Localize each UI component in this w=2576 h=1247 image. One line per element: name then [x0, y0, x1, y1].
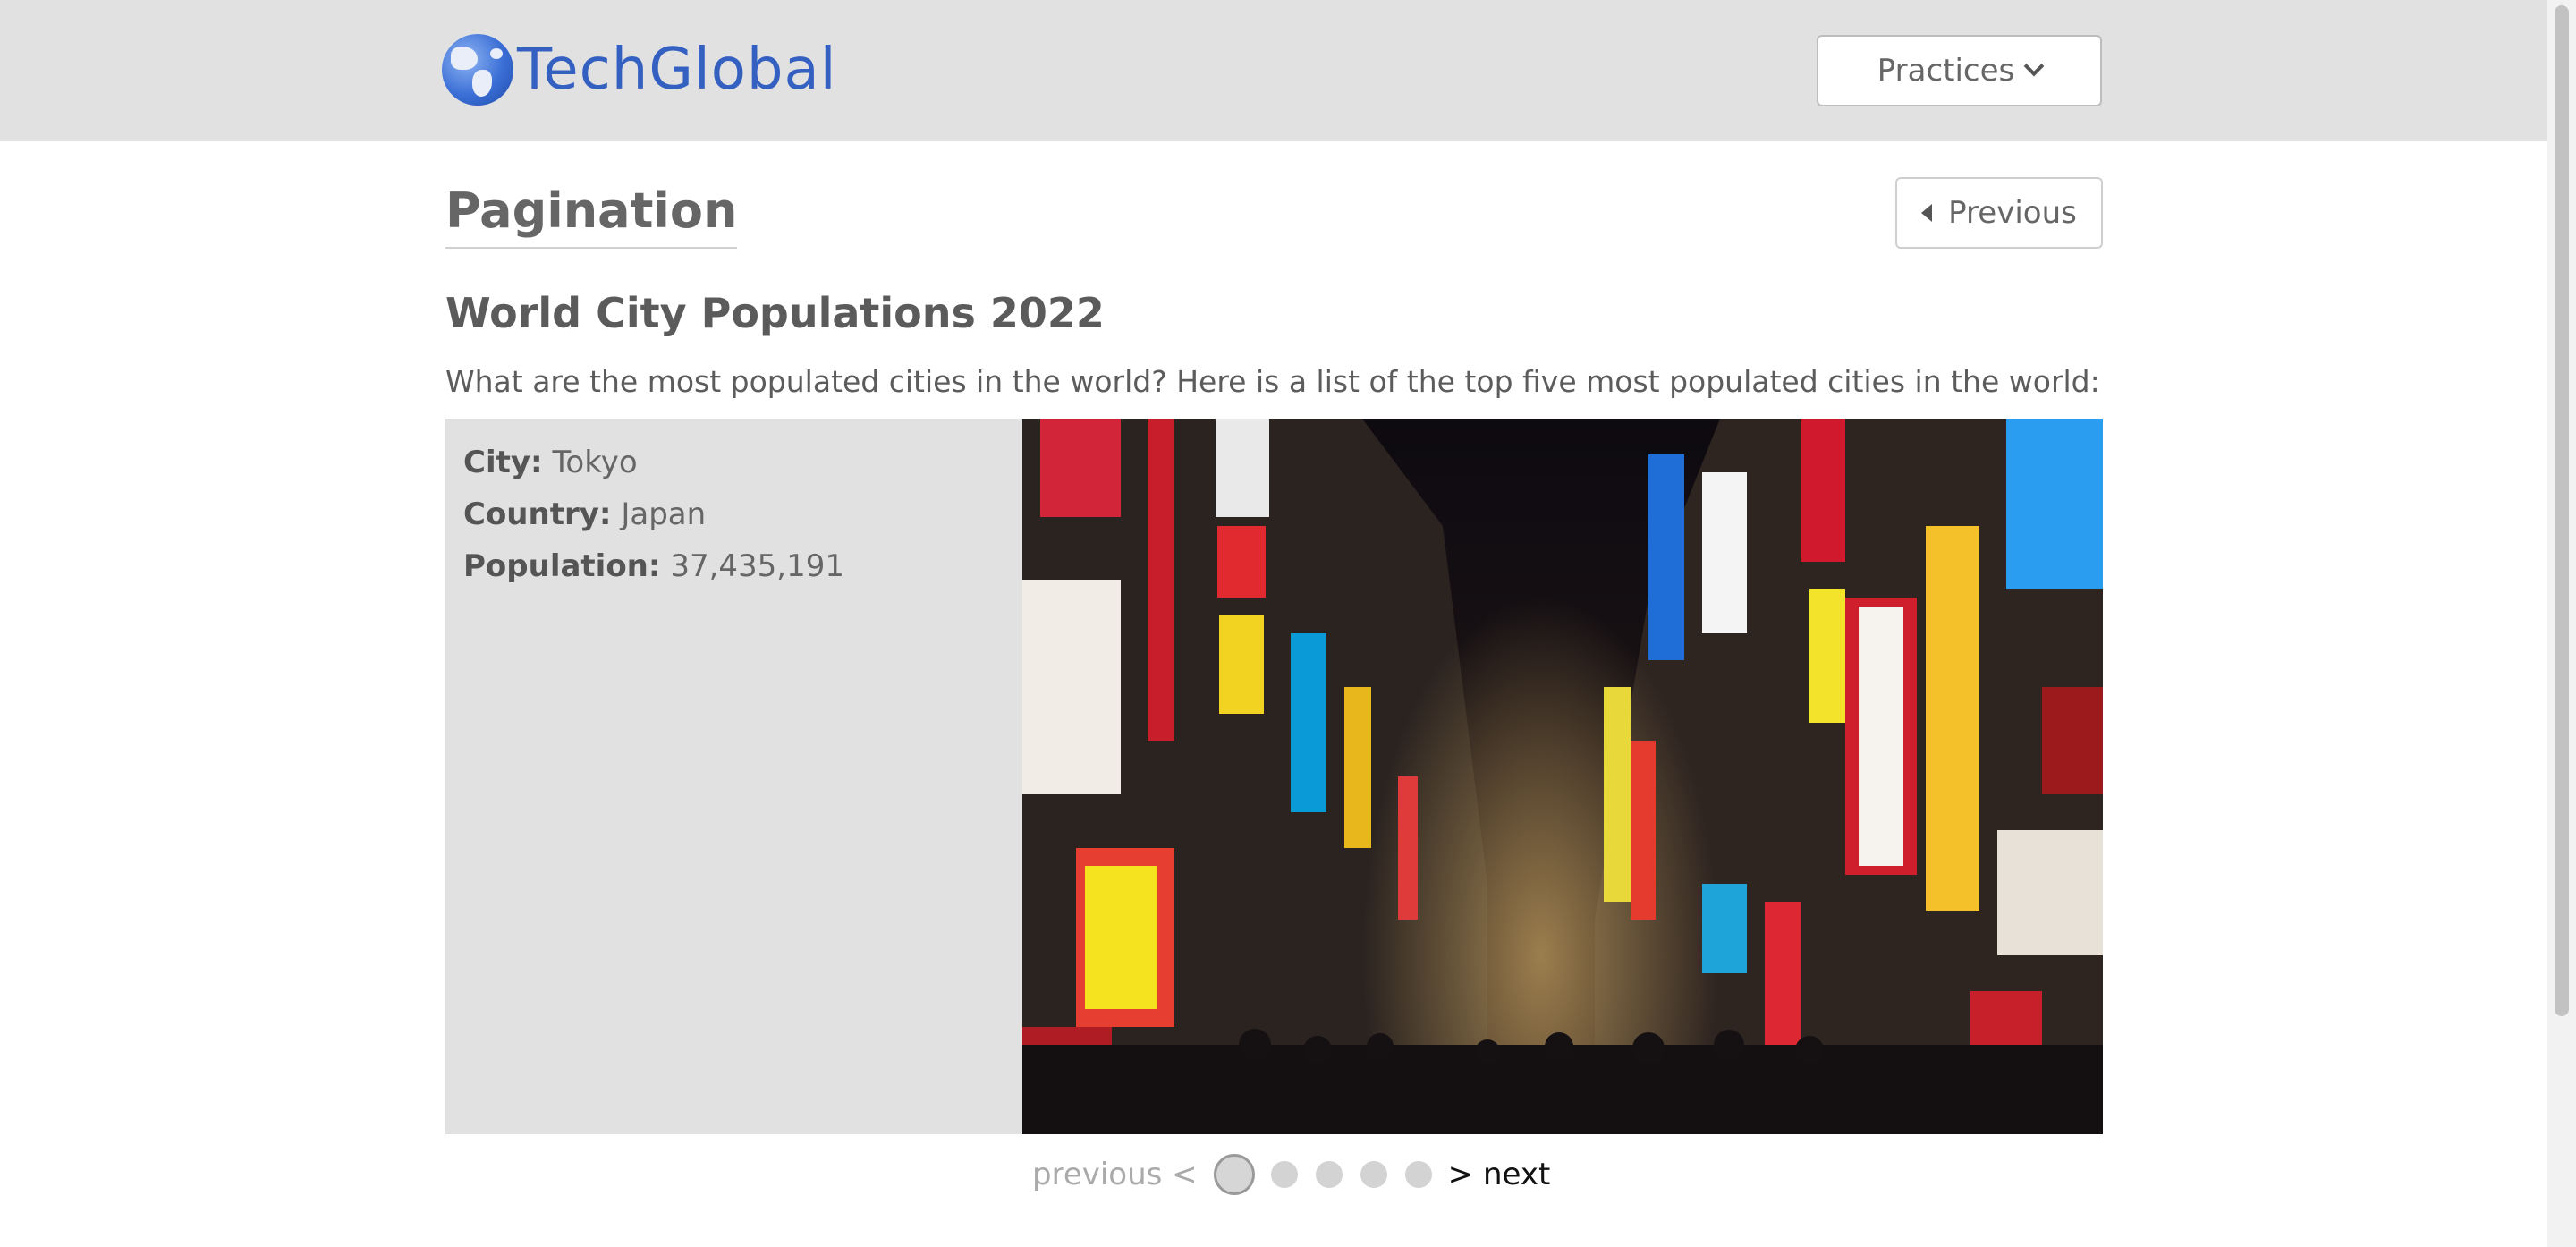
globe-icon	[442, 34, 513, 106]
page-dot-5[interactable]	[1404, 1161, 1432, 1188]
practices-dropdown-button[interactable]: Practices	[1817, 35, 2102, 106]
vertical-scrollbar[interactable]	[2547, 0, 2576, 1247]
city-label: City:	[463, 445, 543, 480]
top-navbar: TechGlobal Practices	[0, 0, 2547, 141]
previous-page-button[interactable]: Previous	[1895, 177, 2103, 249]
section-subtitle: World City Populations 2022	[445, 289, 1105, 337]
logo-text: TechGlobal	[517, 37, 837, 103]
page-dot-2[interactable]	[1270, 1161, 1298, 1188]
city-row: City: Tokyo	[463, 437, 1004, 488]
chevron-down-icon	[2023, 55, 2045, 77]
pager-previous-link[interactable]: previous <	[1032, 1157, 1198, 1192]
practices-label: Practices	[1877, 53, 2015, 89]
population-row: Population: 37,435,191	[463, 540, 1004, 592]
city-info-panel: City: Tokyo Country: Japan Population: 3…	[445, 419, 1022, 1134]
pager-next-link[interactable]: > next	[1448, 1157, 1551, 1192]
city-card: City: Tokyo Country: Japan Population: 3…	[445, 419, 2103, 1134]
page-dot-4[interactable]	[1360, 1161, 1387, 1188]
country-label: Country:	[463, 496, 612, 532]
country-value: Japan	[621, 496, 707, 532]
population-label: Population:	[463, 548, 661, 584]
country-row: Country: Japan	[463, 488, 1004, 540]
population-value: 37,435,191	[670, 548, 844, 584]
page-dot-3[interactable]	[1315, 1161, 1343, 1188]
techglobal-logo[interactable]: TechGlobal	[442, 34, 837, 106]
city-value: Tokyo	[552, 445, 638, 480]
caret-left-icon	[1921, 204, 1933, 222]
scrollbar-thumb[interactable]	[2555, 5, 2569, 1016]
pagination-controls: previous < > next	[1032, 1150, 1550, 1199]
previous-button-label: Previous	[1948, 195, 2077, 231]
page-title: Pagination	[445, 179, 738, 249]
city-photo	[1022, 419, 2103, 1134]
section-description: What are the most populated cities in th…	[445, 364, 2100, 399]
page-dot-1[interactable]	[1213, 1154, 1255, 1195]
